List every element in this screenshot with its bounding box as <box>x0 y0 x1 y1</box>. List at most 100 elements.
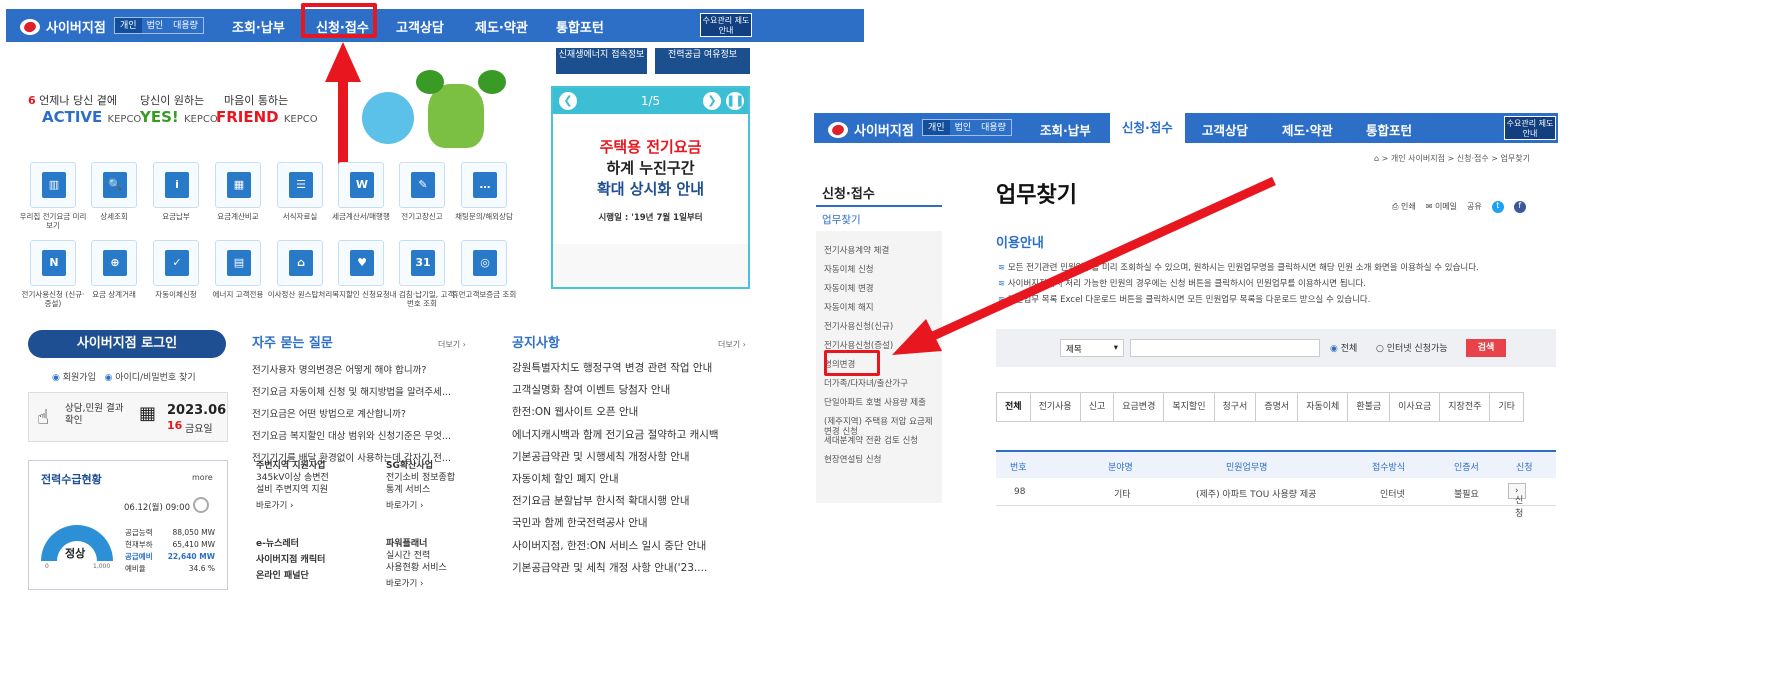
sidebar-item[interactable]: 전기사용신청(신규) <box>824 322 934 332</box>
row1-tile-4[interactable]: ☰ <box>277 162 323 208</box>
right-nav-policy[interactable]: 제도·약관 <box>1282 120 1333 139</box>
project-more-link[interactable]: 바로가기 › <box>256 500 376 512</box>
twitter-icon[interactable]: t <box>1491 201 1504 213</box>
sidebar-item[interactable]: 자동이체 변경 <box>824 284 934 294</box>
faq-more-link[interactable]: 더보기 › <box>438 339 466 350</box>
row1-tile-0[interactable]: ▥ <box>30 162 76 208</box>
notice-item[interactable]: 사이버지점, 한전:ON 서비스 일시 중단 안내 <box>512 538 706 553</box>
email-button[interactable]: ✉ 이메일 <box>1426 201 1457 213</box>
sidebar-item-task-search[interactable]: 업무찾기 <box>822 212 861 227</box>
notice-item[interactable]: 국민과 함께 한국전력공사 안내 <box>512 515 648 530</box>
notice-item[interactable]: 한전:ON 웹사이트 오픈 안내 <box>512 404 638 419</box>
project-line[interactable]: 사이버지점 캐릭터 <box>256 554 376 566</box>
row2-tile-1[interactable]: ⊕ <box>91 240 137 286</box>
tab-6[interactable]: 증명서 <box>1256 392 1299 422</box>
table-row[interactable]: 98 기타 (제주) 아파트 TOU 사용량 제공 인터넷 불필요 신청 › <box>996 478 1556 519</box>
row-apply-button[interactable]: 신청 › <box>1508 483 1526 519</box>
row1-tile-6[interactable]: ✎ <box>399 162 445 208</box>
project-line[interactable]: 온라인 패널단 <box>256 570 376 582</box>
right-user-type-personal[interactable]: 개인 <box>923 120 950 135</box>
faq-item[interactable]: 전기사용자 명의변경은 어떻게 해야 합니까? <box>252 362 426 376</box>
sidebar-item[interactable]: 세대분계약 전환 검토 신청 <box>824 436 934 446</box>
row2-tile-5[interactable]: ♥ <box>338 240 384 286</box>
right-demand-management-button[interactable]: 수요관리 제도안내 <box>1504 116 1556 140</box>
sidebar-item[interactable]: (제주지역) 주택용 저압 요금제 변경 신청 <box>824 417 934 437</box>
carousel-slide[interactable]: 주택용 전기요금 하계 누진구간 확대 상시화 안내 시행일 : '19년 7월… <box>553 114 748 244</box>
radio-all[interactable]: ◉ 전체 <box>1330 341 1357 354</box>
carousel-prev-icon[interactable]: ❮ <box>559 92 577 110</box>
project-title[interactable]: 주변지역 지원사업 <box>256 460 376 472</box>
tab-10[interactable]: 지장전주 <box>1440 392 1491 422</box>
sidebar-item[interactable]: 자동이체 해지 <box>824 303 934 313</box>
search-field-select[interactable]: 제목 ▾ <box>1060 339 1124 357</box>
row2-tile-3[interactable]: ▤ <box>215 240 261 286</box>
project-more-link[interactable]: 바로가기 › <box>386 500 506 512</box>
faq-item[interactable]: 전기요금 자동이체 신청 및 해지방법을 알려주세... <box>252 384 451 398</box>
right-nav-portal[interactable]: 통합포턴 <box>1366 120 1412 139</box>
row2-tile-6[interactable]: 31 <box>399 240 445 286</box>
status-check-link[interactable]: 상담,민원 결과 확인 <box>65 403 125 427</box>
project-more-link[interactable]: 바로가기 › <box>386 578 506 590</box>
tab-1[interactable]: 전기사용 <box>1030 392 1081 422</box>
faq-item[interactable]: 전기요금 복지할인 대상 범위와 신청기준은 무엇... <box>252 428 451 442</box>
carousel-pause-icon[interactable]: ❚❚ <box>726 92 744 110</box>
row2-tile-4[interactable]: ⌂ <box>277 240 323 286</box>
tab-3[interactable]: 요금변경 <box>1114 392 1165 422</box>
row1-tile-2[interactable]: i <box>153 162 199 208</box>
row2-tile-7[interactable]: ◎ <box>461 240 507 286</box>
cyber-branch-login-button[interactable]: 사이버지점 로그인 <box>28 330 226 358</box>
row-task-name[interactable]: (제주) 아파트 TOU 사용량 제공 <box>1196 487 1316 500</box>
project-title[interactable]: SG확산사업 <box>386 460 506 472</box>
row2-tile-2[interactable]: ✓ <box>153 240 199 286</box>
power-more-link[interactable]: more <box>192 473 213 482</box>
supply-info-button[interactable]: 전력공급 여유정보 <box>655 48 750 74</box>
renewable-info-button[interactable]: 신재생에너지 접속정보 <box>556 48 647 74</box>
tab-2[interactable]: 신고 <box>1080 392 1115 422</box>
tab-5[interactable]: 청구서 <box>1214 392 1257 422</box>
right-nav-inquiry[interactable]: 조회·납부 <box>1040 120 1091 139</box>
row1-tile-1[interactable]: 🔍 <box>91 162 137 208</box>
carousel-next-icon[interactable]: ❯ <box>703 92 721 110</box>
right-site-logo[interactable]: 사이버지점 <box>828 120 914 139</box>
user-type-corporate[interactable]: 법인 <box>142 18 169 33</box>
row2-tile-0[interactable]: N <box>30 240 76 286</box>
join-link[interactable]: 회원가입 <box>63 373 96 383</box>
find-id-link[interactable]: 아이디/비밀번호 찾기 <box>115 373 195 383</box>
search-button[interactable]: 검색 <box>1466 339 1506 357</box>
row1-tile-5[interactable]: W <box>338 162 384 208</box>
nav-customer-service[interactable]: 고객상담 <box>396 17 444 36</box>
sidebar-item[interactable]: 더가족/다자녀/출산가구 <box>824 379 934 389</box>
right-user-type-large[interactable]: 대용량 <box>976 120 1011 135</box>
print-button[interactable]: ⎙ 인쇄 <box>1392 201 1416 213</box>
notices-more-link[interactable]: 더보기 › <box>718 339 746 350</box>
tab-4[interactable]: 복지할인 <box>1164 392 1215 422</box>
tab-9[interactable]: 이사요금 <box>1390 392 1441 422</box>
sidebar-item[interactable]: 현장연설팅 신청 <box>824 455 934 465</box>
search-input[interactable] <box>1130 339 1320 357</box>
notice-item[interactable]: 기본공급약관 및 세칙 개정 사항 안내('23.... <box>512 560 707 575</box>
site-logo[interactable]: 사이버지점 <box>20 17 106 36</box>
notice-item[interactable]: 고객실명화 참여 이벤트 당첨자 안내 <box>512 382 670 397</box>
notice-item[interactable]: 기본공급약관 및 시행세칙 개정사항 안내 <box>512 449 690 464</box>
sidebar-item[interactable]: 전기사용계약 체결 <box>824 246 934 256</box>
faq-item[interactable]: 전기요금은 어떤 방법으로 계산합니까? <box>252 406 406 420</box>
notice-item[interactable]: 에너지캐시백과 함께 전기요금 절약하고 캐시백 <box>512 427 719 442</box>
nav-portal[interactable]: 통합포턴 <box>556 17 604 36</box>
right-nav-application[interactable]: 신청·접수 <box>1110 113 1185 143</box>
user-type-personal[interactable]: 개인 <box>115 18 142 33</box>
row1-tile-7[interactable]: … <box>461 162 507 208</box>
radio-online[interactable]: ○ 인터넷 신청가능 <box>1376 341 1448 354</box>
tab-7[interactable]: 자동이체 <box>1298 392 1349 422</box>
sidebar-item[interactable]: 자동이체 신청 <box>824 265 934 275</box>
right-user-type-corporate[interactable]: 법인 <box>950 120 977 135</box>
demand-management-button[interactable]: 수요관리 제도안내 <box>700 13 752 37</box>
project-title[interactable]: 파워플래너 <box>386 538 506 550</box>
project-title[interactable]: e-뉴스레터 <box>256 538 376 550</box>
nav-inquiry-payment[interactable]: 조회·납부 <box>232 17 285 36</box>
facebook-icon[interactable]: f <box>1513 201 1526 213</box>
notice-item[interactable]: 강원특별자치도 행정구역 변경 관련 작업 안내 <box>512 360 712 375</box>
sidebar-item[interactable]: 단일아파트 호별 사용량 제출 <box>824 398 934 408</box>
tab-11[interactable]: 기타 <box>1490 392 1524 422</box>
right-nav-customer[interactable]: 고객상담 <box>1202 120 1248 139</box>
refresh-icon[interactable] <box>193 497 209 513</box>
